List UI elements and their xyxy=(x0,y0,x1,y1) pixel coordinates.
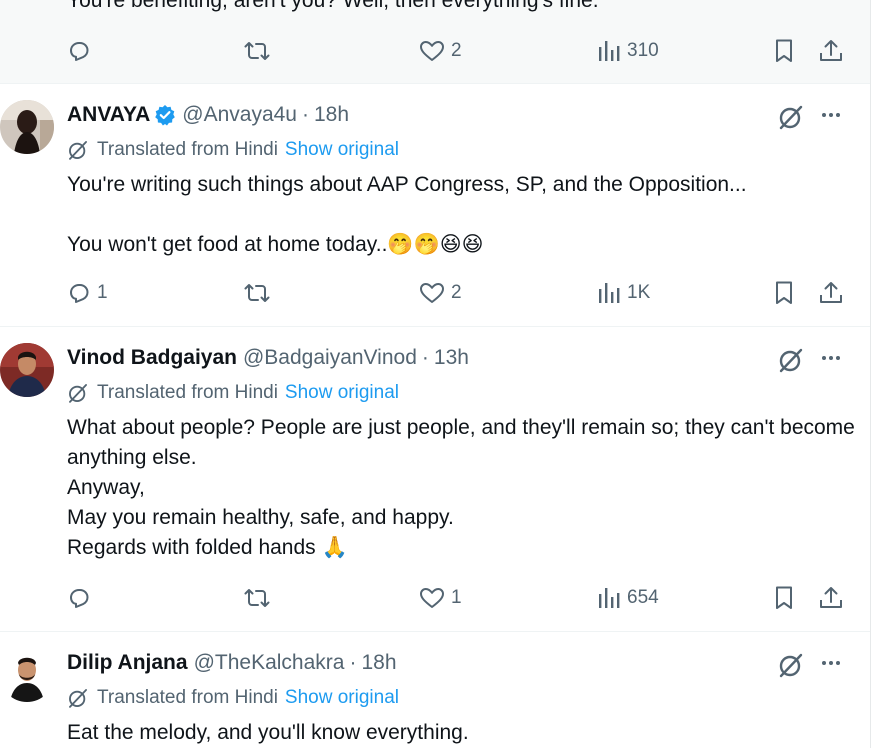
post-text: Eat the melody, and you'll know everythi… xyxy=(67,721,469,744)
post[interactable]: Dilip Anjana @TheKalchakra · 18h Transla… xyxy=(0,632,870,748)
post[interactable]: ANVAYA @Anvaya4u · 18h Translated from H… xyxy=(0,84,870,327)
post-header: Vinod Badgaiyan @BadgaiyanVinod · 13h xyxy=(67,343,469,373)
post-header: ANVAYA @Anvaya4u · 18h xyxy=(67,100,349,130)
views-count: 310 xyxy=(627,40,659,61)
like-button[interactable]: 2 xyxy=(419,34,462,68)
like-button[interactable]: 1 xyxy=(419,581,462,615)
post-header: Dilip Anjana @TheKalchakra · 18h xyxy=(67,648,397,678)
heart-icon xyxy=(420,588,444,608)
translation-notice: Translated from Hindi Show original xyxy=(67,687,399,709)
share-button[interactable] xyxy=(818,276,844,310)
post-text: You're benefiting, aren't you? Well, the… xyxy=(67,0,599,12)
translate-icon xyxy=(69,384,87,403)
share-icon xyxy=(820,282,842,303)
like-count: 2 xyxy=(451,40,462,61)
translation-notice: Translated from Hindi Show original xyxy=(67,382,399,404)
share-button[interactable] xyxy=(818,581,844,615)
bookmark-icon xyxy=(776,281,792,304)
display-name[interactable]: Vinod Badgaiyan xyxy=(67,346,237,370)
separator-dot: · xyxy=(302,103,309,126)
separator-dot: · xyxy=(349,651,357,674)
post[interactable]: Vinod Badgaiyan @BadgaiyanVinod · 13h Tr… xyxy=(0,327,870,632)
post-partial[interactable]: You're benefiting, aren't you? Well, the… xyxy=(0,0,870,84)
post-time[interactable]: 18h xyxy=(314,103,349,127)
reply-button[interactable] xyxy=(67,581,97,615)
reply-icon xyxy=(70,42,89,61)
action-bar: 1 2 1K xyxy=(0,276,870,310)
reply-count: 1 xyxy=(97,282,108,303)
translated-label: Translated from Hindi xyxy=(97,382,278,403)
avatar[interactable] xyxy=(0,343,54,397)
views-button[interactable]: 310 xyxy=(597,34,659,68)
reply-button[interactable]: 1 xyxy=(67,276,108,310)
grok-icon[interactable] xyxy=(778,347,804,373)
reply-icon xyxy=(70,589,89,608)
more-options-button[interactable] xyxy=(818,650,844,676)
bookmark-icon xyxy=(776,39,792,62)
grok-icon[interactable] xyxy=(778,104,804,130)
show-original-link[interactable]: Show original xyxy=(285,139,399,161)
bookmark-button[interactable] xyxy=(772,276,796,310)
verified-badge-icon[interactable] xyxy=(154,104,176,126)
retweet-icon xyxy=(244,589,270,607)
views-count: 1K xyxy=(627,282,651,303)
translation-notice: Translated from Hindi Show original xyxy=(67,139,399,161)
action-bar: 1 654 xyxy=(0,581,870,615)
more-options-button[interactable] xyxy=(818,345,844,371)
show-original-link[interactable]: Show original xyxy=(285,382,399,404)
views-button[interactable]: 654 xyxy=(597,581,659,615)
more-options-button[interactable] xyxy=(818,102,844,128)
share-icon xyxy=(820,587,842,608)
like-button[interactable]: 2 xyxy=(419,276,462,310)
display-name[interactable]: Dilip Anjana xyxy=(67,651,188,675)
translated-label: Translated from Hindi xyxy=(97,687,278,708)
translated-label: Translated from Hindi xyxy=(97,139,278,160)
translate-icon xyxy=(69,141,87,160)
views-button[interactable]: 1K xyxy=(597,276,650,310)
heart-icon xyxy=(420,283,444,303)
avatar[interactable] xyxy=(0,648,54,702)
retweet-icon xyxy=(244,284,270,302)
post-time[interactable]: 18h xyxy=(361,651,396,675)
retweet-icon xyxy=(244,42,270,60)
retweet-button[interactable] xyxy=(244,581,276,615)
translate-icon xyxy=(69,689,87,708)
reply-icon xyxy=(70,284,89,303)
like-count: 2 xyxy=(451,282,462,303)
show-original-link[interactable]: Show original xyxy=(285,687,399,709)
action-bar: 2 310 xyxy=(0,34,870,68)
share-icon xyxy=(820,40,842,61)
user-handle[interactable]: @BadgaiyanVinod xyxy=(243,346,417,370)
post-text: You're writing such things about AAP Con… xyxy=(67,173,747,256)
avatar[interactable] xyxy=(0,100,54,154)
separator-dot: · xyxy=(421,346,429,369)
scrollbar-track[interactable] xyxy=(870,0,889,748)
views-icon xyxy=(599,283,620,303)
views-icon xyxy=(599,588,620,608)
bookmark-button[interactable] xyxy=(772,34,796,68)
share-button[interactable] xyxy=(818,34,844,68)
bookmark-button[interactable] xyxy=(772,581,796,615)
reply-button[interactable] xyxy=(67,34,97,68)
post-text: What about people? People are just peopl… xyxy=(67,416,855,559)
retweet-button[interactable] xyxy=(244,276,276,310)
bookmark-icon xyxy=(776,586,792,609)
retweet-button[interactable] xyxy=(244,34,276,68)
heart-icon xyxy=(420,41,444,61)
grok-icon[interactable] xyxy=(778,652,804,678)
post-time[interactable]: 13h xyxy=(434,346,469,370)
display-name[interactable]: ANVAYA xyxy=(67,103,150,127)
views-icon xyxy=(599,41,620,61)
timeline-feed: You're benefiting, aren't you? Well, the… xyxy=(0,0,870,748)
views-count: 654 xyxy=(627,587,659,608)
user-handle[interactable]: @Anvaya4u xyxy=(182,103,297,127)
user-handle[interactable]: @TheKalchakra xyxy=(194,651,345,675)
like-count: 1 xyxy=(451,587,462,608)
